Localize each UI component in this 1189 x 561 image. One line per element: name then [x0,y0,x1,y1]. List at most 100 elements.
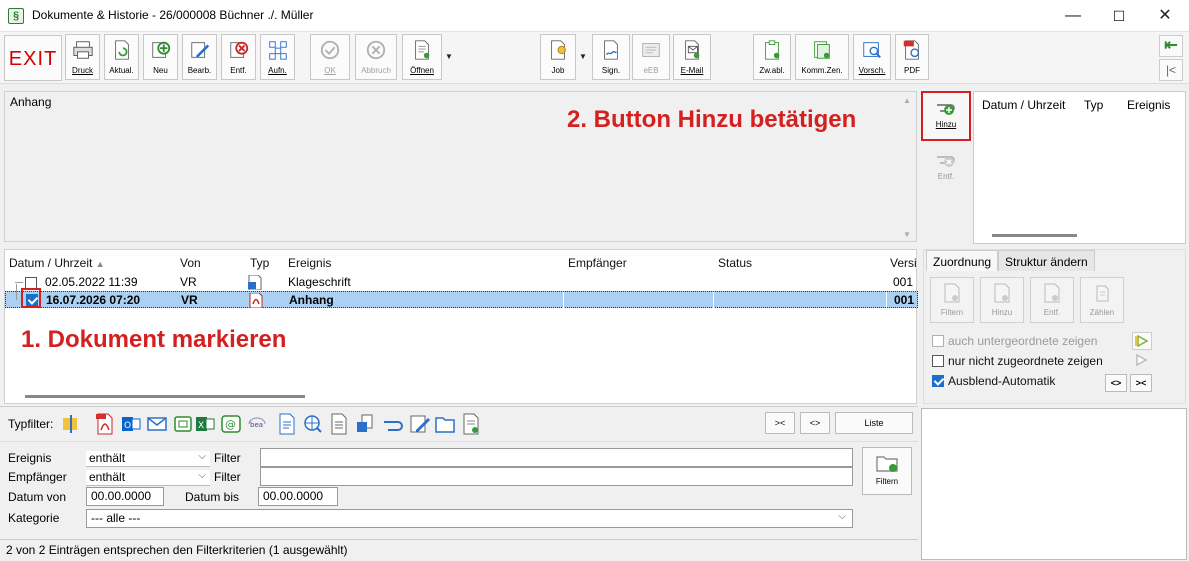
type-other-icon[interactable] [460,412,482,436]
table-row[interactable]: 02.05.2022 11:39 VR Klageschrift 001 [5,274,918,291]
open-button[interactable]: Öffnen [402,34,442,80]
job-button[interactable]: Job [540,34,576,80]
empfaenger-filter-input[interactable] [260,467,853,486]
side-col-typ[interactable]: Typ [1084,98,1103,112]
comm-center-label: Komm.Zen. [801,66,843,75]
option-show-sub-checkbox[interactable] [932,335,944,347]
cancel-button[interactable]: Abbruch [355,34,397,80]
filter-collapse-button[interactable]: >< [765,412,795,434]
expand-all-button[interactable]: >< [1130,374,1152,392]
checkbox-highlight [21,288,41,308]
open-dropdown-arrow[interactable]: ▼ [443,34,455,80]
ok-icon [320,40,340,60]
type-pdf-icon[interactable] [94,412,116,436]
col-typ[interactable]: Typ [250,256,269,270]
nav-first-button[interactable]: ⇤ [1159,35,1183,57]
option-auto-hide[interactable]: Ausblend-Automatik [932,374,1055,388]
type-outlook-icon[interactable]: O [120,412,142,436]
pdf-doc-icon [249,293,263,308]
type-folder-icon[interactable] [434,412,456,436]
clipboard-button[interactable]: Zw.abl. [753,34,791,80]
delete-label: Entf. [230,66,247,75]
col-version[interactable]: Versi [890,256,917,270]
tab-struktur-aendern[interactable]: Struktur ändern [998,250,1095,271]
apply-filter-label: Filtern [875,477,899,486]
print-button[interactable]: Druck [65,34,100,80]
datum-von-input[interactable]: 00.00.0000 [86,487,164,506]
job-dropdown-arrow[interactable]: ▼ [577,34,589,80]
option-show-sub[interactable]: auch untergeordnete zeigen [932,334,1097,348]
type-attachment-icon[interactable] [382,412,404,436]
assign-remove-button[interactable]: Entf. [1030,277,1074,323]
close-button[interactable]: ✕ [1142,0,1188,32]
comm-center-button[interactable]: Komm.Zen. [795,34,849,80]
option-unassigned-label: nur nicht zugeordnete zeigen [948,354,1103,368]
delete-button[interactable]: Entf. [221,34,256,80]
apply-filter-button[interactable]: Filtern [862,447,912,495]
table-row-selected[interactable]: 16.07.2026 07:20 VR Anhang 001 [5,284,918,309]
col-von[interactable]: Von [180,256,201,270]
side-col-ereignis[interactable]: Ereignis [1127,98,1170,112]
type-frame-icon[interactable] [172,412,194,436]
edit-button[interactable]: Bearb. [182,34,217,80]
col-empfaenger[interactable]: Empfänger [568,256,627,270]
ok-button[interactable]: OK [310,34,350,80]
paperclip-remove-icon [937,156,955,167]
type-text-icon[interactable] [328,412,350,436]
filter-expand-button[interactable]: <> [800,412,830,434]
type-note-icon[interactable] [60,412,82,436]
new-button[interactable]: Neu [143,34,178,80]
collapse-all-button[interactable]: <> [1105,374,1127,392]
empfaenger-operator-select[interactable]: enthält ⌵ [86,470,210,486]
ereignis-operator-select[interactable]: enthält ⌵ [86,451,210,467]
svg-text:bea: bea [250,421,263,429]
tab-zuordnung[interactable]: Zuordnung [926,250,999,271]
side-col-datetime[interactable]: Datum / Uhrzeit [982,98,1065,112]
preview-button[interactable]: Vorsch. [853,34,891,80]
option-auto-hide-checkbox[interactable] [932,375,944,387]
col-datetime[interactable]: Datum / Uhrzeit ▲ [9,256,105,270]
datum-bis-input[interactable]: 00.00.0000 [258,487,338,506]
type-excel-icon[interactable]: X [194,412,216,436]
type-mail-icon[interactable] [146,412,168,436]
row-von: VR [181,293,198,307]
svg-text:O: O [124,421,131,431]
assign-add-button[interactable]: Hinzu [980,277,1024,323]
type-word-icon[interactable] [354,412,376,436]
pdf-button[interactable]: PDF [895,34,929,80]
hinzu-button[interactable]: Hinzu [921,91,971,141]
col-ereignis[interactable]: Ereignis [288,256,331,270]
type-edit-icon[interactable] [408,412,430,436]
play-grey-button[interactable] [1132,352,1152,370]
kategorie-select[interactable]: --- alle --- ⌵ [86,509,853,528]
type-doc-icon[interactable] [276,412,298,436]
minimize-button[interactable]: — [1050,0,1096,32]
chevron-down-icon: ⌵ [838,511,846,522]
play-green-button[interactable] [1132,332,1152,350]
type-at-icon[interactable]: @ [220,412,242,436]
col-status[interactable]: Status [718,256,752,270]
list-button[interactable]: Liste [835,412,913,434]
option-unassigned[interactable]: nur nicht zugeordnete zeigen [932,354,1103,368]
ereignis-filter-input[interactable] [260,448,853,467]
maximize-button[interactable]: ☐ [1096,0,1142,32]
scroll-up-arrow[interactable]: ▲ [903,96,911,105]
assign-filter-button[interactable]: Filtern [930,277,974,323]
side-scrollbar[interactable] [992,234,1077,237]
email-button[interactable]: E-Mail [673,34,711,80]
scroll-down-arrow[interactable]: ▼ [903,230,911,239]
nav-prev-button[interactable]: |< [1159,59,1183,81]
grid-horizontal-scrollbar[interactable] [25,395,305,398]
refresh-button[interactable]: Aktual. [104,34,139,80]
option-unassigned-checkbox[interactable] [932,355,944,367]
assign-count-button[interactable]: Zählen [1080,277,1124,323]
ok-label: OK [324,66,336,75]
sign-button[interactable]: Sign. [592,34,630,80]
type-web-icon[interactable] [302,412,324,436]
entf-side-button[interactable]: Entf. [921,145,971,193]
type-bea-icon[interactable]: bea [246,412,268,436]
tree-line [15,282,23,283]
record-button[interactable]: Aufn. [260,34,295,80]
eeb-button[interactable]: eEB [632,34,670,80]
option-show-sub-label: auch untergeordnete zeigen [948,334,1098,348]
